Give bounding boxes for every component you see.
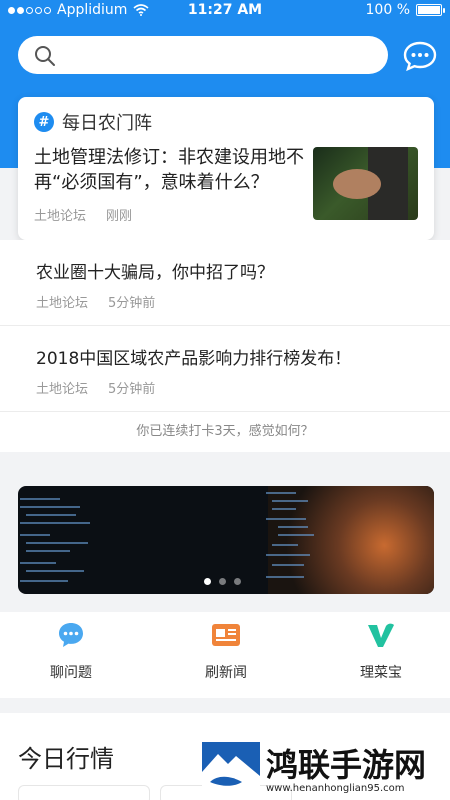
search-input[interactable] xyxy=(18,36,388,74)
quick-action-label: 理菜宝 xyxy=(360,665,402,681)
quick-action-chat[interactable]: 聊问题 xyxy=(26,620,116,682)
article-time: 刚刚 xyxy=(106,209,133,224)
column-tag: 每日农门阵 xyxy=(62,113,152,134)
banner-carousel[interactable] xyxy=(18,486,434,594)
article-list: 农业圈十大骗局，你中招了吗？ 土地论坛 5分钟前 2018中国区域农产品影响力排… xyxy=(0,240,450,452)
carousel-dot[interactable] xyxy=(234,578,241,585)
market-card[interactable] xyxy=(18,785,150,800)
battery-percent: 100 % xyxy=(365,2,410,18)
article-source: 土地论坛 xyxy=(36,382,89,397)
article-title: 2018中国区域农产品影响力排行榜发布！ xyxy=(36,349,352,369)
chat-bubble-icon xyxy=(59,623,83,647)
checkin-prompt[interactable]: 你已连续打卡3天，感觉如何？ xyxy=(0,412,450,452)
status-bar: Applidium 11:27 AM 100 % xyxy=(0,0,450,22)
carousel-dot[interactable] xyxy=(204,578,211,585)
carousel-dot[interactable] xyxy=(219,578,226,585)
featured-title: 土地管理法修订：非农建设用地不再“必须国有”，意味着什么？ xyxy=(34,147,304,193)
quick-action-news[interactable]: 刷新闻 xyxy=(181,620,271,682)
watermark-title: 鸿联手游网 xyxy=(266,745,427,784)
search-icon xyxy=(35,46,55,66)
quick-actions: 聊问题 刷新闻 理菜宝 xyxy=(0,612,450,698)
quick-action-label: 刷新闻 xyxy=(205,665,247,681)
banner-image xyxy=(18,486,108,594)
quick-action-vegetables[interactable]: 理菜宝 xyxy=(336,620,426,682)
v-logo-icon xyxy=(368,623,394,647)
article-title: 农业圈十大骗局，你中招了吗？ xyxy=(36,263,274,283)
newspaper-icon xyxy=(212,624,240,646)
article-source: 土地论坛 xyxy=(34,209,87,224)
section-title: 今日行情 xyxy=(18,745,114,773)
watermark: 鸿联手游网 www.henanhonglian95.com xyxy=(202,740,450,800)
article-source: 土地论坛 xyxy=(36,296,89,311)
featured-article-card[interactable]: # 每日农门阵 土地管理法修订：非农建设用地不再“必须国有”，意味着什么？ 土地… xyxy=(18,97,434,240)
list-item[interactable]: 农业圈十大骗局，你中招了吗？ 土地论坛 5分钟前 xyxy=(0,240,450,326)
quick-action-label: 聊问题 xyxy=(50,665,92,681)
article-time: 5分钟前 xyxy=(108,296,156,311)
watermark-url: www.henanhonglian95.com xyxy=(266,782,405,794)
list-item[interactable]: 2018中国区域农产品影响力排行榜发布！ 土地论坛 5分钟前 xyxy=(0,326,450,412)
carousel-indicator[interactable] xyxy=(204,578,241,585)
article-time: 5分钟前 xyxy=(108,382,156,397)
hashtag-icon: # xyxy=(34,112,54,132)
featured-thumbnail xyxy=(313,147,418,220)
battery-icon xyxy=(416,4,445,16)
message-icon[interactable] xyxy=(402,38,438,74)
watermark-logo xyxy=(202,742,260,798)
